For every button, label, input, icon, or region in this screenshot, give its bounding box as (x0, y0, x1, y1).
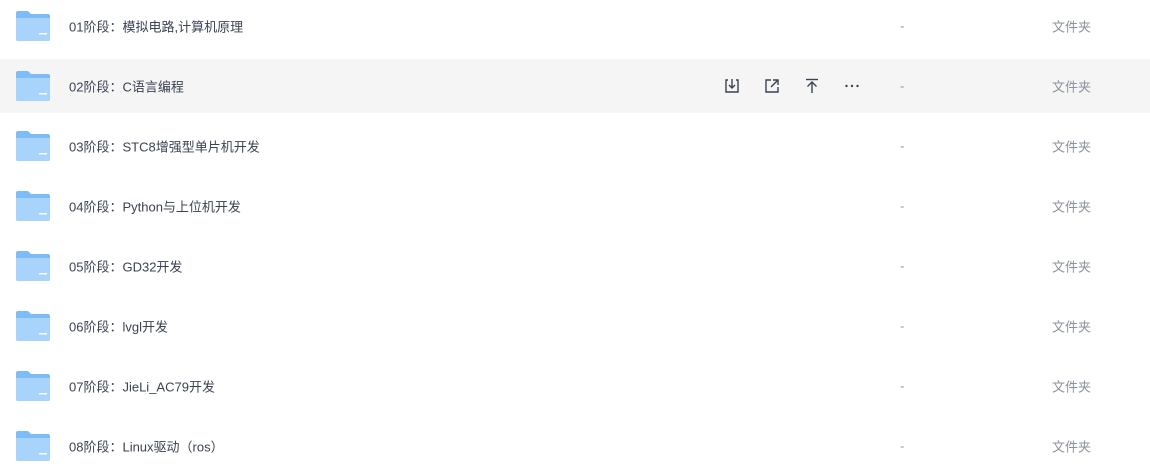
file-row[interactable]: 06阶段：lvgl开发 - 文件夹 (0, 296, 1150, 356)
folder-icon (15, 430, 51, 462)
file-row[interactable]: 01阶段：模拟电路,计算机原理 - 文件夹 (0, 0, 1150, 56)
folder-icon (15, 10, 51, 42)
file-row[interactable]: 07阶段：JieLi_AC79开发 - 文件夹 (0, 356, 1150, 416)
share-icon (763, 77, 781, 95)
folder-icon (15, 250, 51, 282)
file-size: - (900, 18, 905, 34)
file-row[interactable]: 04阶段：Python与上位机开发 - 文件夹 (0, 176, 1150, 236)
file-size: - (900, 438, 905, 454)
more-button[interactable] (840, 75, 864, 97)
pin-top-icon (803, 77, 821, 95)
folder-icon (15, 130, 51, 162)
file-size: - (900, 78, 905, 94)
file-list: 01阶段：模拟电路,计算机原理 - 文件夹 02阶段：C语言编程 - 文件夹 0… (0, 0, 1150, 470)
file-type: 文件夹 (1052, 439, 1092, 455)
file-name[interactable]: 02阶段：C语言编程 (69, 77, 184, 96)
file-name[interactable]: 01阶段：模拟电路,计算机原理 (69, 17, 243, 36)
file-type: 文件夹 (1052, 19, 1092, 35)
folder-icon (15, 70, 51, 102)
file-size: - (900, 258, 905, 274)
file-size: - (900, 198, 905, 214)
file-size: - (900, 318, 905, 334)
file-type: 文件夹 (1052, 379, 1092, 395)
share-button[interactable] (760, 75, 784, 97)
file-name[interactable]: 07阶段：JieLi_AC79开发 (69, 377, 215, 396)
row-actions (720, 75, 880, 97)
file-size: - (900, 138, 905, 154)
file-type: 文件夹 (1052, 319, 1092, 335)
file-row-hovered[interactable]: 02阶段：C语言编程 - 文件夹 (0, 59, 1150, 113)
folder-icon (15, 370, 51, 402)
pin-top-button[interactable] (800, 75, 824, 97)
folder-icon (15, 310, 51, 342)
more-icon (843, 77, 861, 95)
file-row[interactable]: 03阶段：STC8增强型单片机开发 - 文件夹 (0, 116, 1150, 176)
file-type: 文件夹 (1052, 139, 1092, 155)
file-row[interactable]: 05阶段：GD32开发 - 文件夹 (0, 236, 1150, 296)
file-name[interactable]: 06阶段：lvgl开发 (69, 317, 168, 336)
file-type: 文件夹 (1052, 259, 1092, 275)
file-type: 文件夹 (1052, 79, 1092, 95)
file-name[interactable]: 08阶段：Linux驱动（ros） (69, 437, 224, 456)
file-name[interactable]: 03阶段：STC8增强型单片机开发 (69, 137, 260, 156)
file-name[interactable]: 05阶段：GD32开发 (69, 257, 182, 276)
file-row[interactable]: 08阶段：Linux驱动（ros） - 文件夹 (0, 416, 1150, 476)
file-name[interactable]: 04阶段：Python与上位机开发 (69, 197, 241, 216)
file-type: 文件夹 (1052, 199, 1092, 215)
folder-icon (15, 190, 51, 222)
file-size: - (900, 378, 905, 394)
download-button[interactable] (720, 75, 744, 97)
download-icon (723, 77, 741, 95)
